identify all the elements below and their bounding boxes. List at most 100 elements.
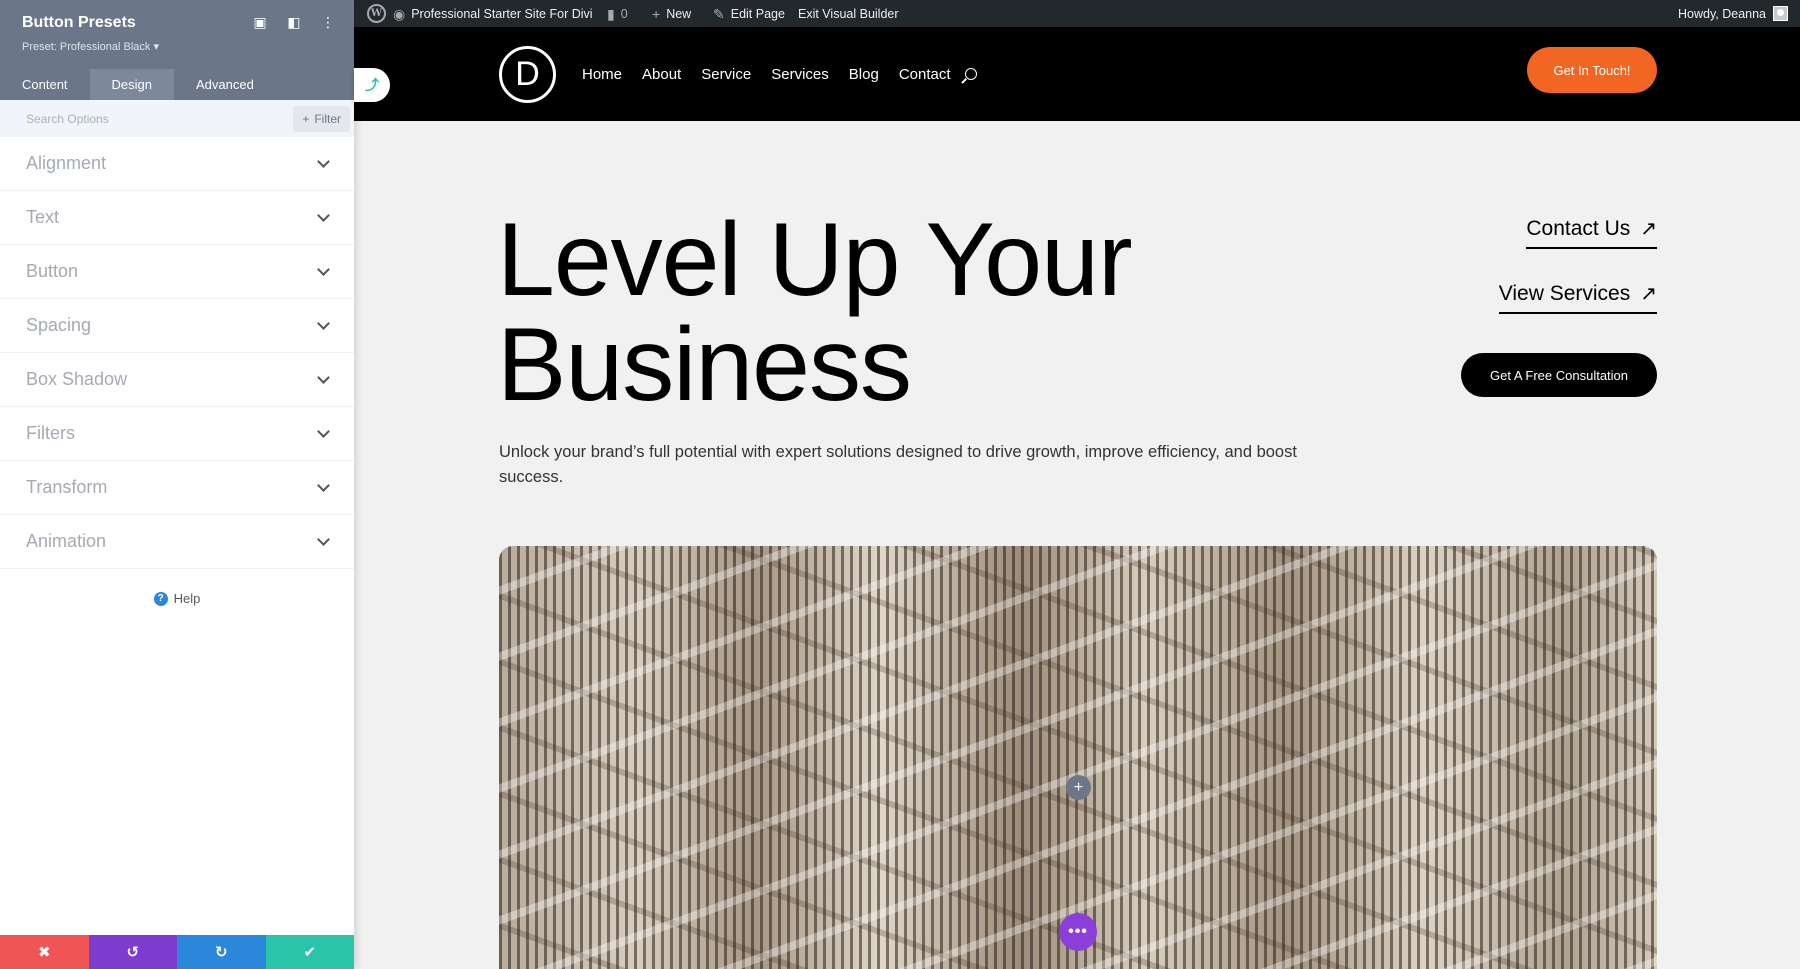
preset-dropdown[interactable]: Preset: Professional Black ▾: [22, 40, 159, 53]
comments-count: 0: [620, 6, 628, 21]
tab-design[interactable]: Design: [89, 69, 175, 100]
plus-icon: +: [1073, 778, 1084, 796]
help-link[interactable]: ? Help: [0, 591, 354, 606]
discard-button[interactable]: ✖: [0, 935, 89, 969]
search-options-input[interactable]: [26, 111, 226, 126]
main-nav: Home About Service Services Blog Contact: [582, 27, 977, 121]
nav-link-service[interactable]: Service: [701, 66, 751, 83]
search-icon[interactable]: [964, 68, 977, 80]
arrow-return-icon: ⤴: [365, 77, 379, 93]
arrow-up-right-icon: ↗: [1640, 283, 1657, 305]
chevron-down-icon: [317, 316, 330, 330]
group-label: Transform: [26, 477, 108, 497]
panel-tabs: Content Design Advanced: [0, 69, 276, 100]
group-label: Spacing: [26, 315, 92, 335]
group-label: Animation: [26, 531, 107, 551]
chevron-down-icon: [317, 532, 330, 546]
hero-title: Level Up Your Business: [497, 208, 1133, 418]
save-button[interactable]: ✔: [265, 935, 354, 969]
panel-toggle-button[interactable]: ⤴: [354, 68, 390, 102]
section-settings-button[interactable]: •••: [1059, 913, 1097, 951]
exit-visual-builder-link[interactable]: Exit Visual Builder: [791, 0, 906, 27]
site-name-link[interactable]: ◉ Professional Starter Site For Divi: [386, 0, 600, 27]
pencil-icon: ✎: [713, 5, 725, 22]
nav-link-about[interactable]: About: [642, 66, 681, 83]
edit-page-link[interactable]: ✎ Edit Page: [706, 0, 792, 27]
search-options-row: + Filter: [0, 100, 354, 137]
howdy-label: Howdy, Deanna: [1677, 6, 1766, 21]
arrow-up-right-icon: ↗: [1640, 218, 1657, 240]
panel-footer: ✖ ↺ ↻ ✔: [0, 935, 354, 969]
comments-link[interactable]: ▮ 0: [600, 0, 635, 27]
hero-building-image: [499, 546, 1657, 969]
comment-icon: ▮: [607, 5, 615, 22]
group-spacing[interactable]: Spacing: [0, 299, 354, 353]
plus-icon: +: [302, 111, 310, 126]
nav-link-contact[interactable]: Contact: [899, 66, 951, 83]
site-name-label: Professional Starter Site For Divi: [411, 6, 593, 21]
chevron-down-icon: [317, 262, 330, 276]
account-menu[interactable]: Howdy, Deanna: [1678, 0, 1788, 27]
edit-page-label: Edit Page: [730, 6, 785, 21]
tab-advanced[interactable]: Advanced: [174, 69, 276, 100]
group-label: Button: [26, 261, 79, 281]
view-services-label: View Services: [1498, 281, 1631, 305]
panel-title: Button Presets: [22, 14, 136, 31]
group-button[interactable]: Button: [0, 245, 354, 299]
filter-label: Filter: [314, 111, 341, 126]
get-in-touch-button[interactable]: Get In Touch!: [1527, 47, 1657, 93]
exit-visual-builder-label: Exit Visual Builder: [798, 6, 899, 21]
new-content-link[interactable]: + New: [645, 0, 698, 27]
ellipsis-icon: •••: [1068, 923, 1088, 940]
group-filters[interactable]: Filters: [0, 407, 354, 461]
chevron-down-icon: [317, 208, 330, 222]
fullscreen-icon[interactable]: ▣: [252, 14, 268, 31]
split-view-icon[interactable]: ◧: [286, 14, 302, 31]
group-alignment[interactable]: Alignment: [0, 137, 354, 191]
hero-subtitle: Unlock your brand’s full potential with …: [499, 443, 1297, 486]
module-settings-panel: Button Presets Preset: Professional Blac…: [0, 0, 354, 969]
new-label: New: [666, 6, 692, 21]
palette-icon: ◉: [393, 5, 406, 22]
group-label: Filters: [26, 423, 75, 443]
group-box-shadow[interactable]: Box Shadow: [0, 353, 354, 407]
undo-icon: ↺: [126, 944, 140, 961]
panel-header: Button Presets Preset: Professional Blac…: [0, 0, 354, 100]
redo-icon: ↻: [214, 944, 228, 961]
chevron-down-icon: [317, 424, 330, 438]
plus-icon: +: [652, 5, 661, 22]
nav-link-services[interactable]: Services: [771, 66, 829, 83]
contact-us-link[interactable]: Contact Us ↗: [1526, 216, 1657, 249]
checkmark-icon: ✔: [303, 944, 317, 961]
site-logo[interactable]: D: [499, 46, 556, 103]
chevron-down-icon: [317, 154, 330, 168]
more-options-icon[interactable]: ⋮: [320, 14, 336, 31]
site-header: D Home About Service Services Blog Conta…: [354, 27, 1800, 121]
group-transform[interactable]: Transform: [0, 461, 354, 515]
group-label: Box Shadow: [26, 369, 128, 389]
group-label: Text: [26, 207, 60, 227]
avatar: [1773, 6, 1788, 21]
nav-link-home[interactable]: Home: [582, 66, 622, 83]
free-consultation-button[interactable]: Get A Free Consultation: [1461, 353, 1657, 397]
group-text[interactable]: Text: [0, 191, 354, 245]
close-icon: ✖: [37, 944, 51, 961]
chevron-down-icon: [317, 370, 330, 384]
question-icon: ?: [153, 591, 168, 606]
hero-title-line1: Level Up Your: [497, 202, 1133, 318]
tab-content[interactable]: Content: [0, 69, 90, 100]
redo-button[interactable]: ↻: [177, 935, 266, 969]
view-services-link[interactable]: View Services ↗: [1498, 281, 1657, 314]
help-label: Help: [173, 591, 201, 606]
chevron-down-icon: [317, 478, 330, 492]
hero-title-line2: Business: [497, 307, 912, 423]
panel-actions: ▣ ◧ ⋮: [252, 14, 336, 31]
contact-us-label: Contact Us: [1526, 216, 1631, 240]
nav-link-blog[interactable]: Blog: [849, 66, 879, 83]
group-label: Alignment: [26, 153, 107, 173]
group-animation[interactable]: Animation: [0, 515, 354, 569]
undo-button[interactable]: ↺: [88, 935, 177, 969]
add-module-button[interactable]: +: [1066, 775, 1091, 800]
filter-button[interactable]: + Filter: [293, 105, 350, 132]
wordpress-icon: W: [367, 4, 386, 23]
